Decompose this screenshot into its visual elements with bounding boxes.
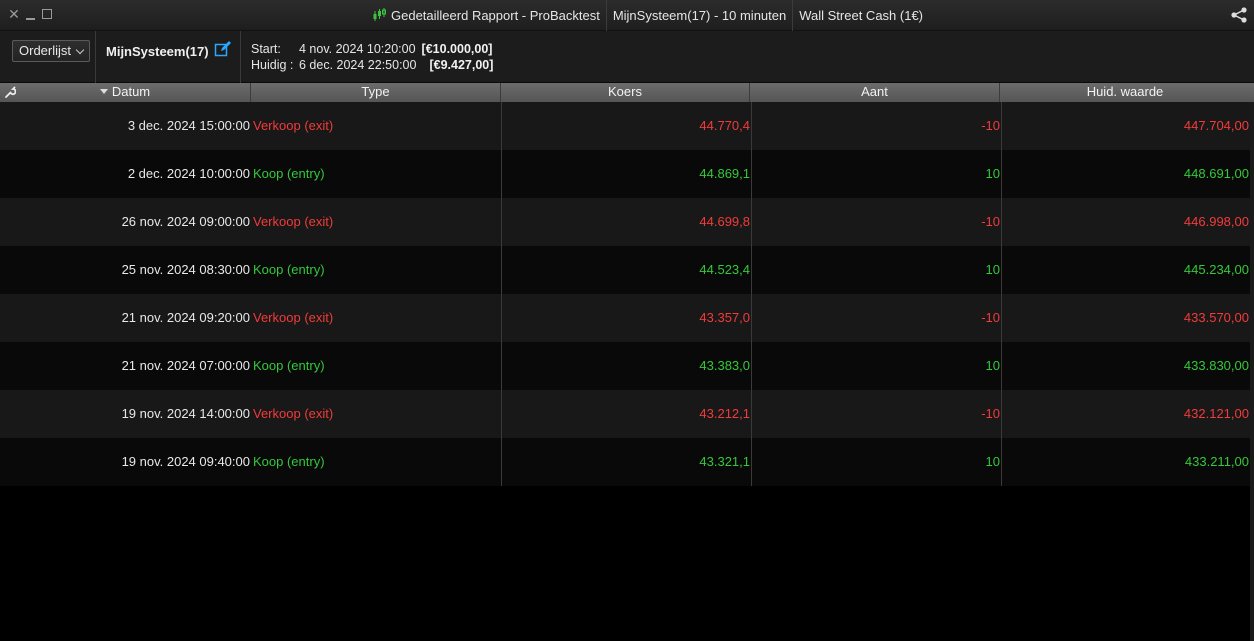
- cell-type: Koop (entry): [253, 358, 325, 373]
- start-label: Start:: [251, 42, 281, 56]
- cell-qty: 10: [751, 342, 1001, 390]
- toolbar-divider: [240, 31, 241, 83]
- cell-date: 25 nov. 2024 08:30:00: [121, 262, 250, 277]
- scrollbar-track[interactable]: [1250, 102, 1254, 641]
- column-header-type[interactable]: Type: [251, 83, 501, 102]
- cell-price: 43.357,0: [501, 294, 751, 342]
- report-title-text: Gedetailleerd Rapport - ProBacktest: [391, 8, 600, 23]
- cell-qty: -10: [751, 390, 1001, 438]
- cell-price: 44.770,4: [501, 102, 751, 150]
- cell-value: 446.998,00: [1001, 198, 1250, 246]
- table-row[interactable]: 19 nov. 2024 09:40:00 Koop (entry) 43.32…: [0, 438, 1250, 486]
- cell-type: Koop (entry): [253, 166, 325, 181]
- cell-date: 2 dec. 2024 10:00:00: [127, 166, 250, 181]
- start-value: [€10.000,00]: [421, 42, 493, 56]
- cell-price: 43.212,1: [501, 390, 751, 438]
- start-row: Start: 4 nov. 2024 10:20:00 [€10.000,00]: [251, 41, 493, 57]
- cell-type: Verkoop (exit): [253, 214, 334, 229]
- column-label: Datum: [111, 84, 151, 99]
- orderlist-dropdown-label: Orderlijst: [19, 43, 72, 58]
- cell-type: Verkoop (exit): [253, 118, 334, 133]
- cell-type: Koop (entry): [253, 454, 325, 469]
- table-row[interactable]: 21 nov. 2024 07:00:00 Koop (entry) 43.38…: [0, 342, 1250, 390]
- cell-value: 432.121,00: [1001, 390, 1250, 438]
- report-toolbar: Orderlijst MijnSysteem(17) Start: 4 nov.…: [0, 31, 1254, 83]
- cell-qty: 10: [751, 438, 1001, 486]
- minimize-icon[interactable]: [24, 7, 38, 21]
- cell-date: 21 nov. 2024 09:20:00: [121, 310, 250, 325]
- cell-value: 433.570,00: [1001, 294, 1250, 342]
- column-label: Type: [361, 84, 390, 99]
- title-segments: Gedetailleerd Rapport - ProBacktest Mijn…: [366, 0, 929, 31]
- edit-icon[interactable]: [214, 40, 232, 58]
- start-date: 4 nov. 2024 10:20:00: [299, 42, 416, 56]
- column-header-huid-waarde[interactable]: Huid. waarde: [1000, 83, 1250, 102]
- order-table-body: 3 dec. 2024 15:00:00 Verkoop (exit) 44.7…: [0, 102, 1250, 486]
- cell-price: 44.699,8: [501, 198, 751, 246]
- orderlist-dropdown[interactable]: Orderlijst: [12, 40, 91, 62]
- sort-desc-icon: [99, 89, 108, 94]
- column-header-aant[interactable]: Aant: [750, 83, 1000, 102]
- table-row[interactable]: 19 nov. 2024 14:00:00 Verkoop (exit) 43.…: [0, 390, 1250, 438]
- cell-qty: -10: [751, 102, 1001, 150]
- cell-price: 43.383,0: [501, 342, 751, 390]
- system-tab[interactable]: MijnSysteem(17) - 10 minuten: [607, 0, 794, 31]
- cell-type: Koop (entry): [253, 262, 325, 277]
- table-row[interactable]: 25 nov. 2024 08:30:00 Koop (entry) 44.52…: [0, 246, 1250, 294]
- cell-date: 21 nov. 2024 07:00:00: [121, 358, 250, 373]
- cell-value: 445.234,00: [1001, 246, 1250, 294]
- cell-date: 26 nov. 2024 09:00:00: [121, 214, 250, 229]
- table-row[interactable]: 21 nov. 2024 09:20:00 Verkoop (exit) 43.…: [0, 294, 1250, 342]
- table-header: Datum Type Koers Aant Huid. waarde: [0, 83, 1254, 102]
- cell-value: 433.830,00: [1001, 342, 1250, 390]
- cell-date: 19 nov. 2024 09:40:00: [121, 454, 250, 469]
- cell-date: 19 nov. 2024 14:00:00: [121, 406, 250, 421]
- table-row[interactable]: 2 dec. 2024 10:00:00 Koop (entry) 44.869…: [0, 150, 1250, 198]
- cell-value: 448.691,00: [1001, 150, 1250, 198]
- current-row: Huidig : 6 dec. 2024 22:50:00 [€9.427,00…: [251, 57, 493, 73]
- cell-date: 3 dec. 2024 15:00:00: [127, 118, 250, 133]
- backtest-summary: Start: 4 nov. 2024 10:20:00 [€10.000,00]…: [251, 41, 493, 73]
- cell-value: 447.704,00: [1001, 102, 1250, 150]
- column-header-datum[interactable]: Datum: [0, 83, 251, 102]
- column-label: Koers: [608, 84, 642, 99]
- cell-price: 44.523,4: [501, 246, 751, 294]
- system-name: MijnSysteem(17): [106, 44, 209, 59]
- cell-type: Verkoop (exit): [253, 406, 334, 421]
- candlestick-icon: [373, 8, 386, 21]
- current-date: 6 dec. 2024 22:50:00: [299, 58, 417, 72]
- current-label: Huidig :: [251, 58, 294, 72]
- window-titlebar: ✕ Gedetailleerd Rapport - ProBacktest Mi…: [0, 0, 1254, 31]
- column-label: Aant: [861, 84, 888, 99]
- column-label: Huid. waarde: [1086, 84, 1164, 99]
- instrument-tab[interactable]: Wall Street Cash (1€): [793, 0, 929, 31]
- table-row[interactable]: 26 nov. 2024 09:00:00 Verkoop (exit) 44.…: [0, 198, 1250, 246]
- report-title: Gedetailleerd Rapport - ProBacktest: [366, 0, 607, 31]
- cell-price: 44.869,1: [501, 150, 751, 198]
- maximize-icon[interactable]: [40, 7, 54, 21]
- cell-type: Verkoop (exit): [253, 310, 334, 325]
- wrench-icon[interactable]: [4, 86, 16, 98]
- cell-qty: 10: [751, 150, 1001, 198]
- cell-price: 43.321,1: [501, 438, 751, 486]
- column-header-koers[interactable]: Koers: [501, 83, 750, 102]
- cell-qty: -10: [751, 198, 1001, 246]
- share-icon[interactable]: [1230, 7, 1248, 23]
- cell-qty: -10: [751, 294, 1001, 342]
- close-icon[interactable]: ✕: [7, 7, 21, 21]
- chevron-down-icon: [75, 45, 85, 54]
- cell-qty: 10: [751, 246, 1001, 294]
- current-value: [€9.427,00]: [429, 58, 494, 72]
- table-row[interactable]: 3 dec. 2024 15:00:00 Verkoop (exit) 44.7…: [0, 102, 1250, 150]
- cell-value: 433.211,00: [1001, 438, 1250, 486]
- toolbar-divider: [95, 31, 96, 83]
